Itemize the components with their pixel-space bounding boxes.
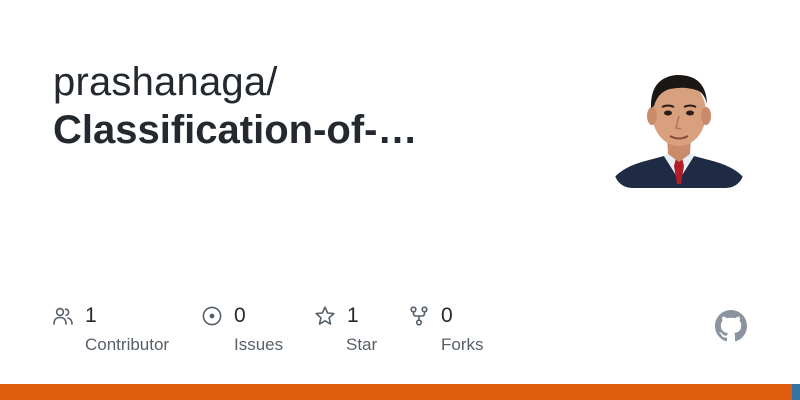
repo-forked-icon xyxy=(408,305,430,327)
stars-label: Star xyxy=(346,335,378,354)
issues-count: 0 xyxy=(234,304,246,327)
contributors-stat[interactable]: 1 Contributor xyxy=(52,302,169,356)
language-bar-primary-segment xyxy=(0,384,792,400)
contributors-label: Contributor xyxy=(85,335,170,354)
github-logo-icon[interactable] xyxy=(715,310,747,342)
star-icon xyxy=(314,305,336,327)
people-icon xyxy=(52,305,74,327)
issue-opened-icon xyxy=(201,305,223,327)
forks-stat[interactable]: 0 Forks xyxy=(408,302,484,356)
contributors-count: 1 xyxy=(85,304,97,327)
repo-stats: 1 Contributor 0 Issues 1 Star 0 Forks xyxy=(0,302,800,362)
language-bar-secondary-segment xyxy=(792,384,800,400)
forks-label: Forks xyxy=(441,335,484,354)
language-bar xyxy=(0,384,800,400)
issues-stat[interactable]: 0 Issues xyxy=(201,302,283,356)
stars-stat[interactable]: 1 Star xyxy=(314,302,377,356)
stars-count: 1 xyxy=(347,304,359,327)
owner-avatar xyxy=(614,58,744,188)
forks-count: 0 xyxy=(441,304,453,327)
issues-label: Issues xyxy=(234,335,284,354)
repo-social-card: prashanaga/ Classification-of-… 1 Contri… xyxy=(0,0,800,400)
repo-owner[interactable]: prashanaga/ xyxy=(53,58,278,106)
repo-name[interactable]: Classification-of-… xyxy=(53,106,417,154)
